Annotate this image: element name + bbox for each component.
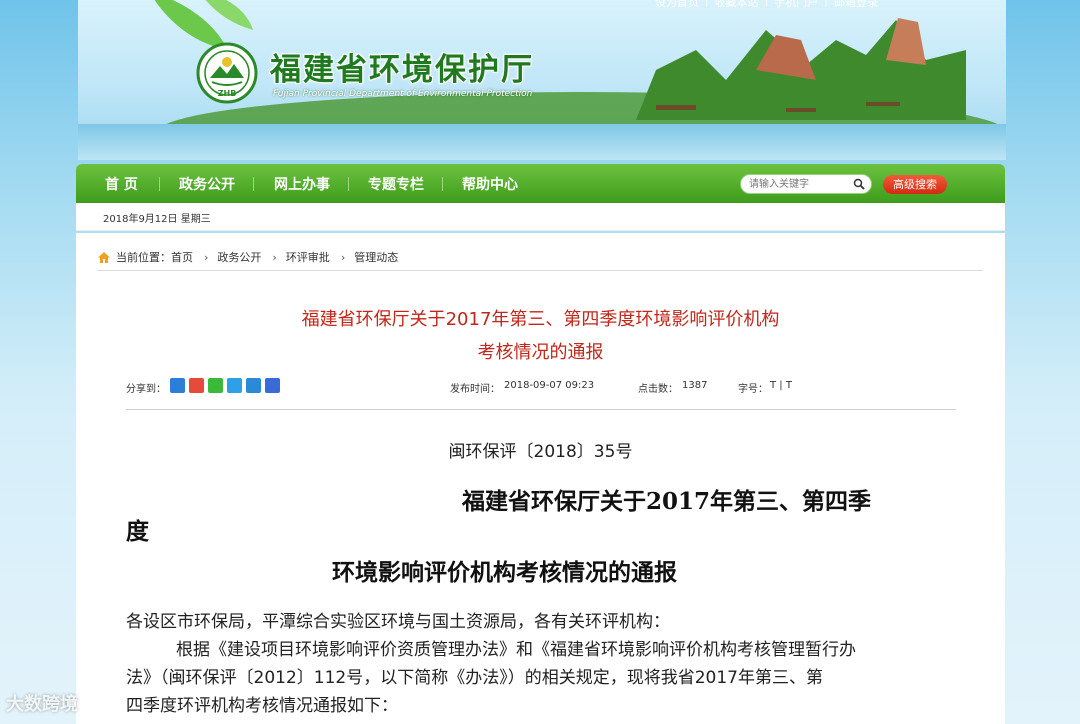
date-bar: 2018年9月12日 星期三 xyxy=(76,203,1005,231)
article-content: 当前位置： 首页 › 政务公开 › 环评审批 › 管理动态 福建省环保厅关于201… xyxy=(76,233,1005,724)
nav-item-special-topics[interactable]: 专题专栏 xyxy=(368,174,424,194)
home-icon xyxy=(98,251,110,263)
top-link-mail[interactable]: 邮箱登录 xyxy=(834,0,878,10)
nav-item-home[interactable]: 首 页 xyxy=(105,174,138,194)
search-icon[interactable] xyxy=(853,178,865,190)
logo-text: ZHB xyxy=(218,89,237,98)
font-size-label: 字号： xyxy=(738,384,768,395)
document-number: 闽环保评〔2018〕35号 xyxy=(448,442,633,462)
chevron-right-icon: › xyxy=(204,250,209,264)
site-subtitle: Fujian Provincial Department of Environm… xyxy=(273,89,533,99)
breadcrumb-item-home[interactable]: 首页 xyxy=(171,249,193,265)
top-link-homepage[interactable]: 设为首页 xyxy=(655,0,699,10)
search-input[interactable] xyxy=(749,177,849,191)
banner-landscape-image xyxy=(636,18,966,120)
nav-item-help-center[interactable]: 帮助中心 xyxy=(462,174,518,194)
paragraph-body-line1: 根据《建设项目环境影响评价资质管理办法》和《福建省环境影响评价机构考核管理暂行办 xyxy=(176,640,856,660)
share-wechat-icon[interactable] xyxy=(208,378,223,393)
watermark-text: 大数跨境 xyxy=(6,694,78,715)
site-title: 福建省环境保护厅 xyxy=(270,52,534,88)
paragraph-body-line2: 法》（闽环保评〔2012〕112号，以下简称《办法》）的相关规定，现将我省201… xyxy=(126,668,823,688)
share-plus-icon[interactable] xyxy=(170,378,185,393)
chevron-right-icon: › xyxy=(272,250,277,264)
nav-item-government-affairs[interactable]: 政务公开 xyxy=(179,174,235,194)
nav-item-online-services[interactable]: 网上办事 xyxy=(274,174,330,194)
paragraph-salutation: 各设区市环保局，平潭综合实验区环境与国土资源局，各有关环评机构： xyxy=(126,612,670,632)
share-qq-icon[interactable] xyxy=(246,378,261,393)
share-qzone-icon[interactable] xyxy=(227,378,242,393)
main-nav: 首 页 政务公开 网上办事 专题专栏 帮助中心 高级搜索 xyxy=(76,164,1005,203)
article-title-line2: 考核情况的通报 xyxy=(477,342,604,363)
paragraph-body-line3: 四季度环评机构考核情况通报如下： xyxy=(126,696,398,716)
breadcrumb-item-management-news[interactable]: 管理动态 xyxy=(354,249,398,265)
share-weibo-icon[interactable] xyxy=(189,378,204,393)
font-size-toggle[interactable]: T | T xyxy=(770,380,792,391)
click-count: 1387 xyxy=(682,380,708,391)
current-date: 2018年9月12日 星期三 xyxy=(103,214,211,225)
article-title-line1: 福建省环保厅关于2017年第三、第四季度环境影响评价机构 xyxy=(301,309,780,330)
watermark: 大数跨境 xyxy=(6,690,78,716)
publish-time: 2018-09-07 09:23 xyxy=(504,380,595,391)
top-link-mobile[interactable]: 手机门户 xyxy=(774,0,818,10)
body-title-line1: 福建省环保厅关于2017年第三、第四季 xyxy=(462,488,872,515)
breadcrumb-item-eia-approval[interactable]: 环评审批 xyxy=(286,249,330,265)
publish-time-label: 发布时间： xyxy=(450,384,500,395)
breadcrumb-item-government-affairs[interactable]: 政务公开 xyxy=(217,249,261,265)
chevron-right-icon: › xyxy=(340,250,346,264)
meta-divider xyxy=(126,409,956,410)
header-banner: 设为首页 | 收藏本站 | 手机门户 | 邮箱登录 ZHB 福建省环境保护厅 F… xyxy=(78,0,1006,160)
clicks-label: 点击数： xyxy=(638,384,678,395)
banner-water xyxy=(78,124,1006,160)
breadcrumb: 当前位置： 首页 › 政务公开 › 环评审批 › 管理动态 xyxy=(97,249,398,265)
search-box xyxy=(740,174,872,194)
share-renren-icon[interactable] xyxy=(265,378,280,393)
advanced-search-button[interactable]: 高级搜索 xyxy=(883,175,947,194)
share-icons xyxy=(170,378,280,393)
share-label: 分享到： xyxy=(126,384,166,395)
breadcrumb-label: 当前位置： xyxy=(116,251,171,264)
department-logo-icon[interactable]: ZHB xyxy=(196,42,258,104)
body-title-line2: 环境影响评价机构考核情况的通报 xyxy=(332,559,677,586)
breadcrumb-divider xyxy=(97,270,983,271)
top-link-bookmark[interactable]: 收藏本站 xyxy=(715,0,759,10)
top-links: 设为首页 | 收藏本站 | 手机门户 | 邮箱登录 xyxy=(655,0,878,10)
body-title-line1-tail: 度 xyxy=(126,518,149,545)
